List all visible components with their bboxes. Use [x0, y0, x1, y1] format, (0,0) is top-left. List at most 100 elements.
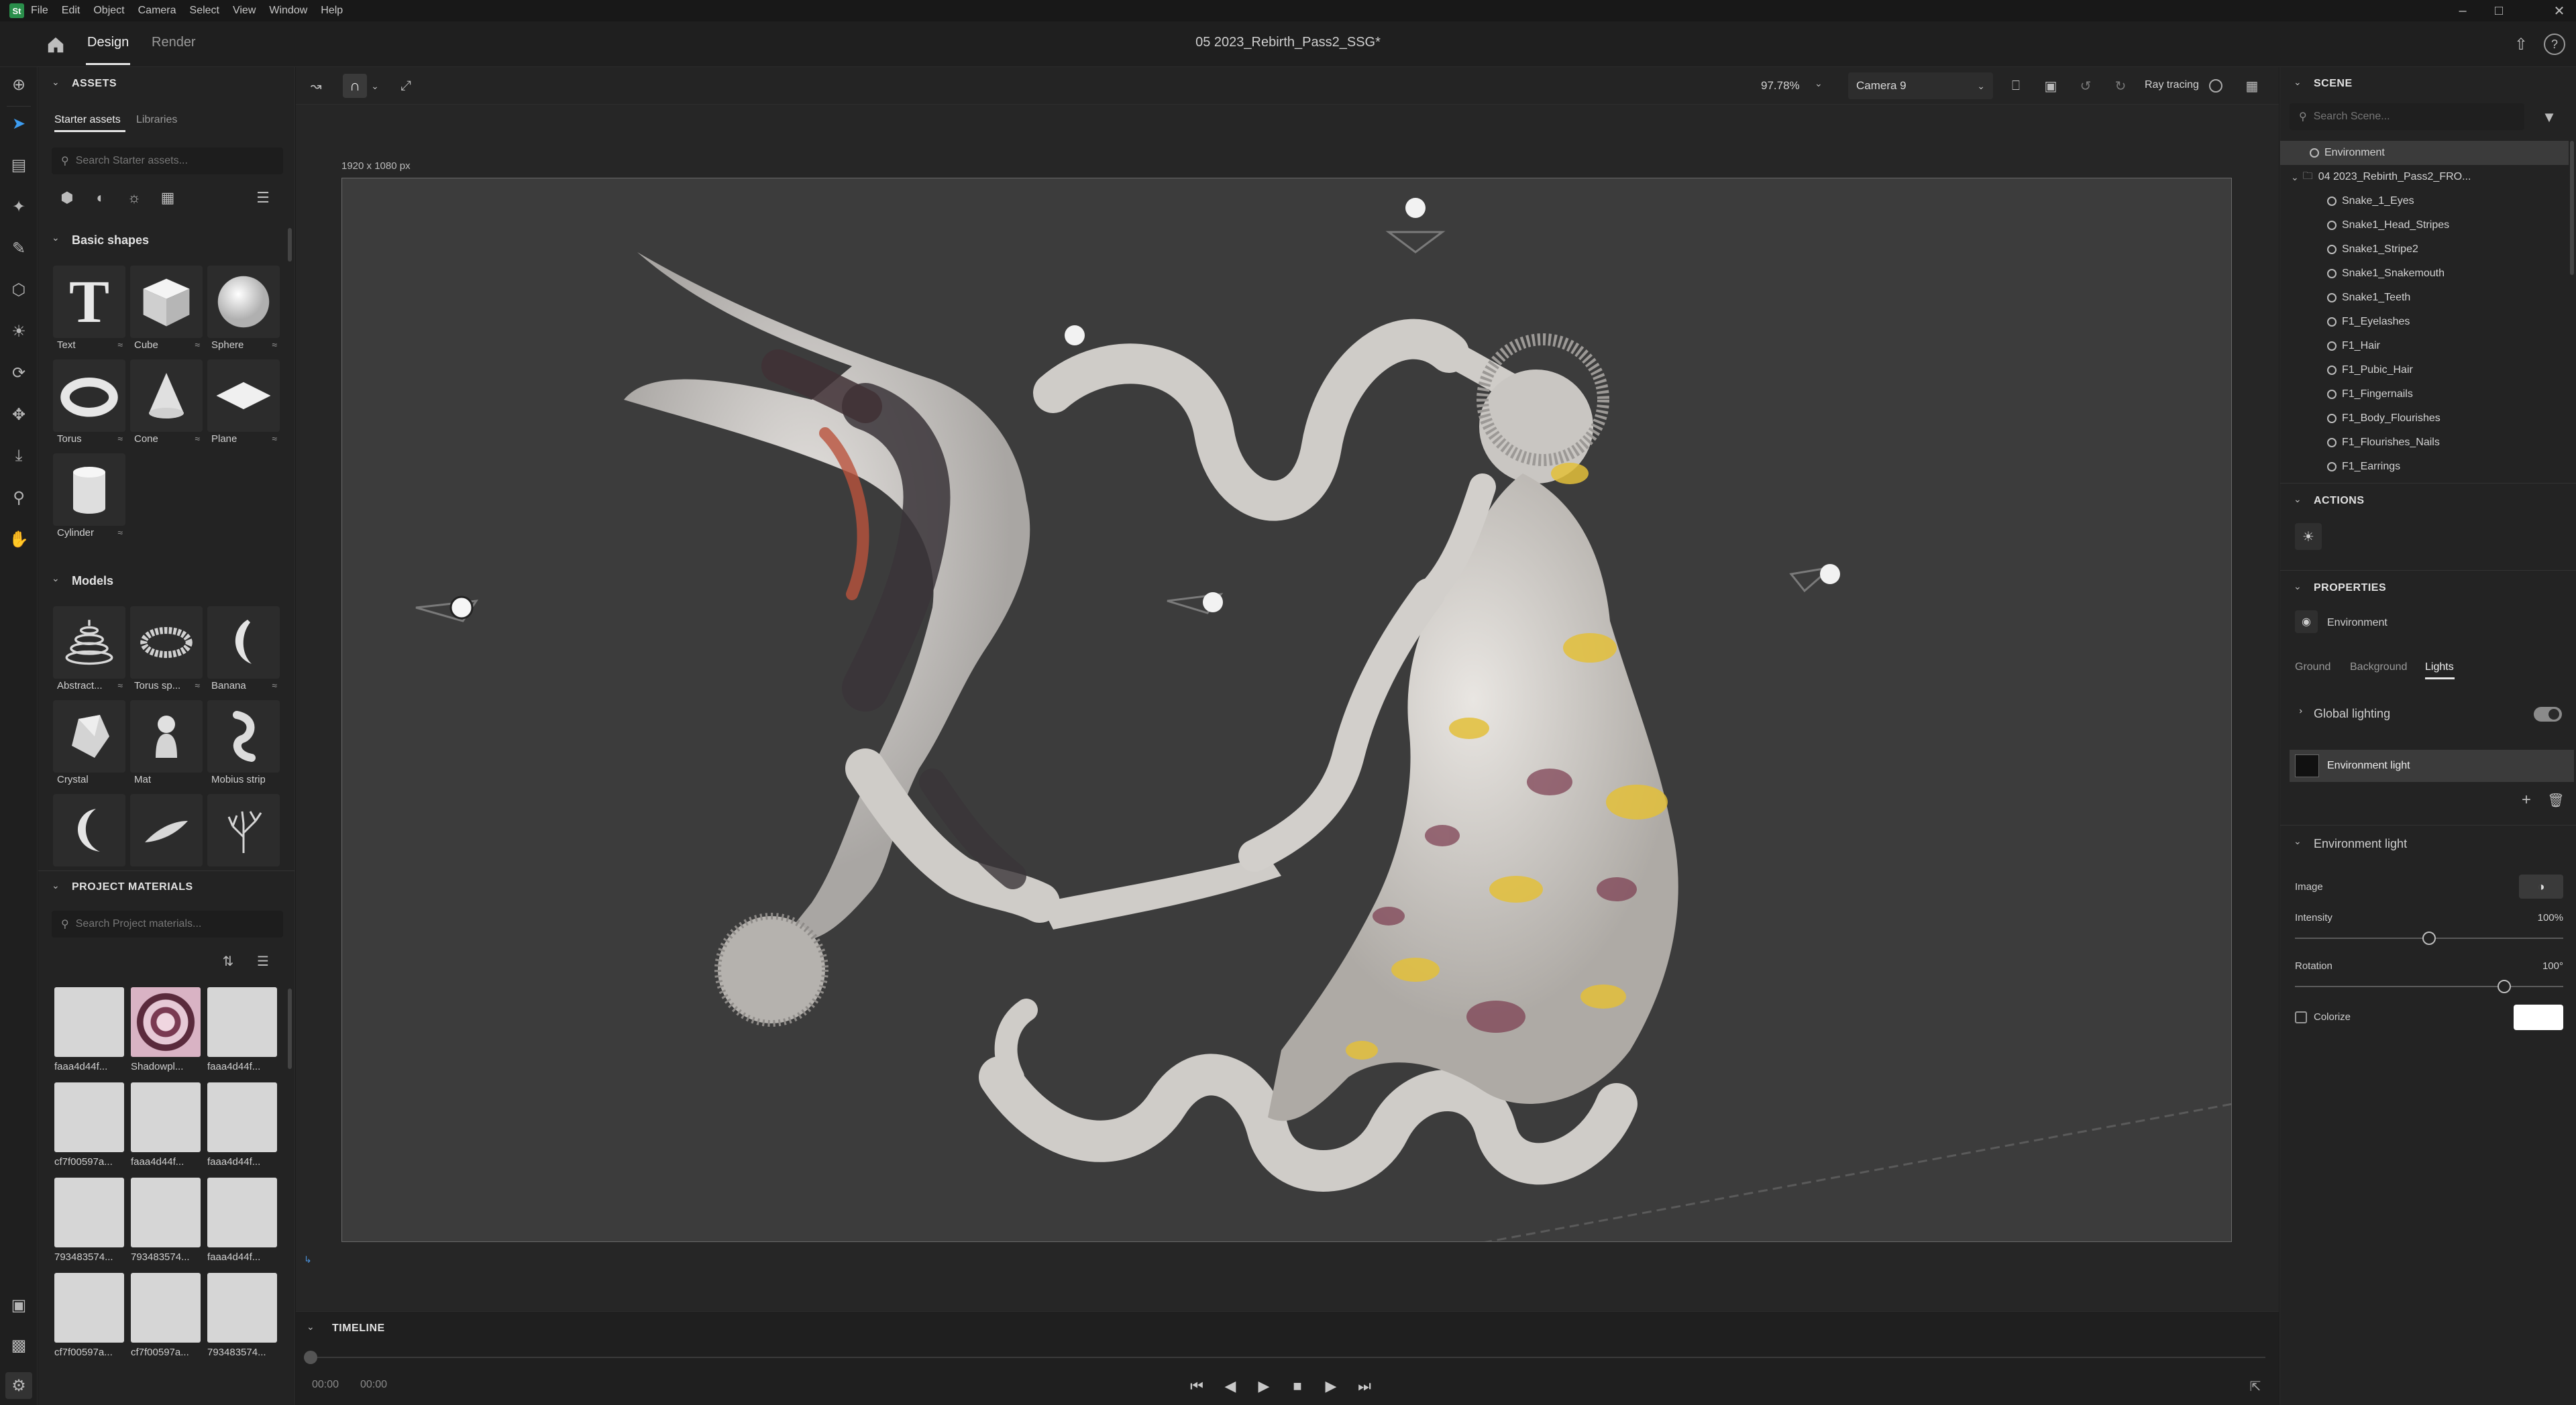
asset-text[interactable]: T Text ≈: [53, 266, 125, 353]
asset-sphere[interactable]: Sphere ≈: [207, 266, 280, 353]
scene-item[interactable]: F1_Body_Flourishes: [2280, 406, 2569, 431]
global-lighting-toggle[interactable]: [2534, 707, 2562, 722]
scene-item[interactable]: Snake1_Head_Stripes: [2280, 213, 2569, 237]
select-tool-icon[interactable]: ➤: [5, 110, 32, 137]
drop-to-ground-icon[interactable]: ⤓: [5, 443, 32, 469]
menu-select[interactable]: Select: [190, 5, 219, 17]
expand-chevron-icon[interactable]: ⌄: [2291, 172, 2299, 183]
tab-libraries[interactable]: Libraries: [136, 114, 177, 126]
timeline-playhead[interactable]: [304, 1351, 317, 1364]
actions-collapse-icon[interactable]: ⌄: [2294, 494, 2302, 505]
expand-icon[interactable]: ⤢: [395, 75, 417, 97]
share-icon[interactable]: ⇧: [2508, 31, 2534, 58]
colorize-checkbox[interactable]: [2295, 1011, 2307, 1023]
scene-item[interactable]: F1_Hair: [2280, 334, 2569, 358]
menu-window[interactable]: Window: [269, 5, 307, 17]
model-coral[interactable]: [207, 794, 280, 881]
filter-material-icon[interactable]: ◐: [91, 188, 111, 208]
scene-item[interactable]: F1_Eyelashes: [2280, 310, 2569, 334]
magic-wand-icon[interactable]: ✦: [5, 193, 32, 220]
timeline-collapse-icon[interactable]: ⌄: [307, 1321, 315, 1333]
model-crystal[interactable]: Crystal: [53, 700, 125, 787]
tab-render[interactable]: Render: [152, 35, 196, 50]
sort-icon[interactable]: ⇅: [218, 951, 238, 971]
properties-collapse-icon[interactable]: ⌄: [2294, 581, 2302, 592]
scene-item[interactable]: F1_Earrings: [2280, 455, 2569, 479]
environment-light-collapse-icon[interactable]: ⌄: [2294, 836, 2302, 847]
chevron-right-icon[interactable]: ⌄: [2293, 708, 2304, 716]
intensity-slider-knob[interactable]: [2422, 932, 2436, 945]
tab-background[interactable]: Background: [2350, 661, 2407, 673]
material-tile[interactable]: faaa4d44f...: [207, 1082, 277, 1174]
list-view-icon[interactable]: ☰: [253, 951, 273, 971]
scene-collapse-icon[interactable]: ⌄: [2294, 76, 2302, 88]
menu-help[interactable]: Help: [321, 5, 343, 17]
pan-move-icon[interactable]: ✥: [5, 401, 32, 428]
scene-scrollbar[interactable]: [2570, 141, 2574, 275]
asset-cylinder[interactable]: Cylinder ≈: [53, 453, 125, 541]
model-mobius-strip[interactable]: Mobius strip: [207, 700, 280, 787]
step-forward-icon[interactable]: ▶: [1320, 1375, 1342, 1398]
camera-undo-icon[interactable]: ↺: [2075, 75, 2096, 97]
intensity-value[interactable]: 100%: [2530, 912, 2563, 923]
asset-torus[interactable]: Torus ≈: [53, 359, 125, 447]
orbit-tool-icon[interactable]: ⟳: [5, 359, 32, 386]
export-icon[interactable]: ⇱: [2244, 1375, 2267, 1398]
model-crescent[interactable]: [53, 794, 125, 881]
briefcase-icon[interactable]: ▩: [5, 1332, 32, 1359]
list-view-icon[interactable]: ☰: [253, 188, 273, 208]
skip-end-icon[interactable]: ⏭: [1353, 1375, 1376, 1398]
tab-ground[interactable]: Ground: [2295, 661, 2330, 673]
models-collapse-icon[interactable]: ⌄: [52, 573, 60, 584]
model-banana[interactable]: Banana ≈: [207, 606, 280, 693]
brush-tool-icon[interactable]: ✎: [5, 235, 32, 262]
material-tile[interactable]: faaa4d44f...: [54, 987, 124, 1078]
assets-scrollbar[interactable]: [288, 228, 292, 262]
menu-view[interactable]: View: [233, 5, 256, 17]
assets-collapse-icon[interactable]: ⌄: [52, 76, 60, 88]
material-tile[interactable]: cf7f00597a...: [54, 1273, 124, 1364]
filter-3d-icon[interactable]: ⬢: [57, 188, 77, 208]
render-settings-icon[interactable]: ▦: [2241, 75, 2263, 97]
camera-frame-icon[interactable]: ▣: [2040, 75, 2061, 97]
maximize-icon[interactable]: □: [2482, 0, 2516, 21]
archive-icon[interactable]: ▣: [5, 1292, 32, 1318]
scene-search-input[interactable]: ⚲ Search Scene...: [2290, 103, 2524, 130]
filter-image-icon[interactable]: ▦: [158, 188, 178, 208]
tools-icon[interactable]: ⚙: [5, 1372, 32, 1399]
align-tool-icon[interactable]: ▤: [5, 152, 32, 178]
material-tile[interactable]: Shadowpl...: [131, 987, 201, 1078]
material-tile[interactable]: faaa4d44f...: [207, 1178, 277, 1269]
scene-item[interactable]: Snake1_Stripe2: [2280, 237, 2569, 262]
material-tile[interactable]: cf7f00597a...: [131, 1273, 201, 1364]
scene-item[interactable]: Snake1_Snakemouth: [2280, 262, 2569, 286]
home-icon[interactable]: [44, 34, 67, 56]
minimize-icon[interactable]: –: [2446, 0, 2479, 21]
camera-select[interactable]: Camera 9 ⌄: [1848, 72, 1993, 99]
menu-camera[interactable]: Camera: [138, 5, 176, 17]
zoom-dropdown-icon[interactable]: ⌄: [1815, 78, 1823, 89]
camera-redo-icon[interactable]: ↻: [2110, 75, 2131, 97]
material-tile[interactable]: cf7f00597a...: [54, 1082, 124, 1174]
scene-item[interactable]: Snake_1_Eyes: [2280, 189, 2569, 213]
basic-shapes-collapse-icon[interactable]: ⌄: [52, 232, 60, 243]
scene-item[interactable]: F1_Flourishes_Nails: [2280, 431, 2569, 455]
material-tile[interactable]: faaa4d44f...: [207, 987, 277, 1078]
environment-light-item[interactable]: Environment light: [2290, 750, 2574, 782]
stop-icon[interactable]: ■: [1286, 1375, 1309, 1398]
scene-item[interactable]: Snake1_Teeth: [2280, 286, 2569, 310]
snap-magnet-icon[interactable]: ∩: [343, 74, 367, 98]
step-back-icon[interactable]: ◀: [1219, 1375, 1242, 1398]
close-icon[interactable]: ✕: [2542, 0, 2576, 21]
viewport[interactable]: ↝ ∩ ⌄ ⤢ 97.78% ⌄ Camera 9 ⌄ ⎕ ▣ ↺ ↻ Ray …: [296, 67, 2279, 1311]
zoom-tool-icon[interactable]: ⚲: [5, 484, 32, 511]
hand-tool-icon[interactable]: ✋: [5, 526, 32, 553]
image-picker[interactable]: ◑: [2519, 875, 2563, 899]
colorize-swatch[interactable]: [2514, 1005, 2563, 1030]
action-light-icon[interactable]: ☀: [2295, 523, 2322, 550]
assets-search-input[interactable]: ⚲ Search Starter assets...: [52, 148, 283, 174]
materials-search-input[interactable]: ⚲ Search Project materials...: [52, 911, 283, 938]
menu-object[interactable]: Object: [93, 5, 124, 17]
scene-item[interactable]: F1_Pubic_Hair: [2280, 358, 2569, 382]
tab-lights[interactable]: Lights: [2425, 661, 2454, 673]
